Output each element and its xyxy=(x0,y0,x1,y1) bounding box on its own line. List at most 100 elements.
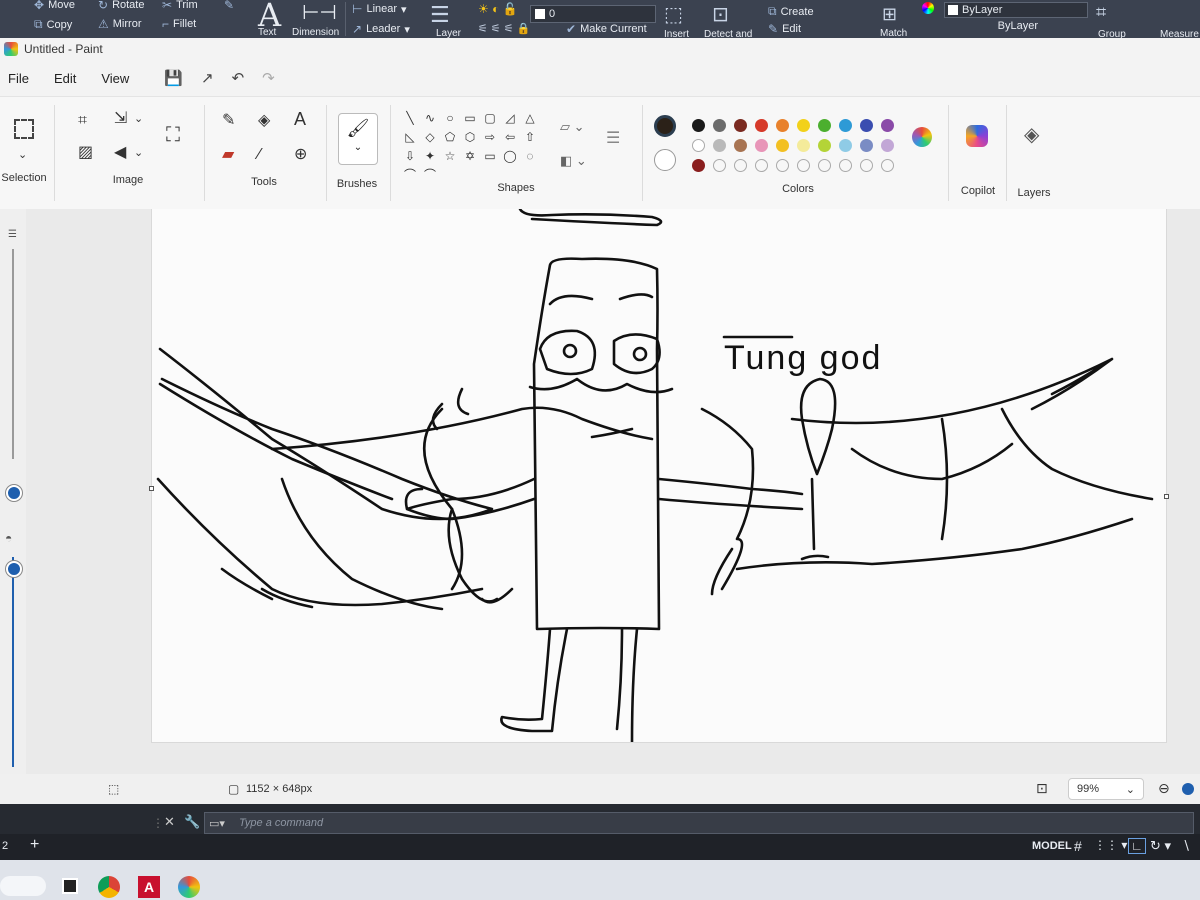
secondary-color[interactable] xyxy=(654,149,676,171)
save-icon[interactable]: 💾 xyxy=(164,69,183,87)
color-swatch[interactable] xyxy=(860,119,873,132)
color-swatch[interactable] xyxy=(818,139,831,152)
drawing-canvas[interactable]: Tung god xyxy=(152,209,1166,742)
layers-icon[interactable]: ◈ xyxy=(1024,125,1039,145)
detect-icon[interactable]: ⊡ xyxy=(712,2,729,27)
fill-bucket-icon[interactable]: ◈ xyxy=(258,113,270,129)
color-wheel-icon[interactable] xyxy=(922,2,934,14)
fill-icon[interactable]: ◧ ⌄ xyxy=(560,153,587,169)
color-swatch[interactable] xyxy=(881,159,894,172)
shape-option[interactable]: ◌ xyxy=(520,149,540,164)
snap-icon[interactable]: ⋮⋮ ▾ xyxy=(1094,838,1127,852)
menu-view[interactable]: View xyxy=(101,71,146,86)
polar-icon[interactable]: ↻ ▾ xyxy=(1150,838,1171,854)
shape-option[interactable]: ◯ xyxy=(500,149,520,164)
color-swatch[interactable] xyxy=(713,119,726,132)
color-swatch[interactable] xyxy=(713,159,726,172)
text-tool-icon[interactable]: A xyxy=(294,110,306,128)
opacity-slider-thumb[interactable] xyxy=(6,561,22,577)
color-swatch[interactable] xyxy=(776,139,789,152)
color-swatch[interactable] xyxy=(839,119,852,132)
shape-option[interactable]: △ xyxy=(520,111,540,126)
task-view-icon[interactable] xyxy=(62,878,78,894)
layer-properties-icon[interactable]: ☰ xyxy=(430,2,450,28)
ortho-icon[interactable]: ∟ xyxy=(1128,838,1146,854)
edit-colors-icon[interactable] xyxy=(912,127,932,147)
dimension-icon[interactable]: ⊢⊣ xyxy=(302,0,337,25)
color-swatch[interactable] xyxy=(839,159,852,172)
color-swatch[interactable] xyxy=(755,139,768,152)
color-swatch[interactable] xyxy=(776,119,789,132)
cad-fillet-button[interactable]: ⌐ Fillet xyxy=(162,17,196,31)
cad-create-button[interactable]: ⧉ Create xyxy=(768,4,814,19)
cad-trim-button[interactable]: ✂ Trim xyxy=(162,0,198,12)
menu-edit[interactable]: Edit xyxy=(54,71,93,86)
shape-option[interactable]: ⇩ xyxy=(400,149,420,164)
match-properties-icon[interactable]: ⊞ xyxy=(882,4,897,25)
color-swatch[interactable] xyxy=(692,139,705,152)
flip-icon[interactable]: ◀ xyxy=(114,145,126,161)
cad-linear-button[interactable]: ⊢ Linear ▾ xyxy=(352,2,407,16)
selection-icon[interactable] xyxy=(14,119,34,139)
shape-option[interactable]: ▭ xyxy=(480,149,500,164)
shape-option[interactable]: ▢ xyxy=(480,111,500,126)
shape-option[interactable]: ⬠ xyxy=(440,130,460,145)
add-layout-icon[interactable]: + xyxy=(30,836,39,854)
cad-pencil-button[interactable]: ✎ xyxy=(224,0,234,12)
color-swatch[interactable] xyxy=(881,139,894,152)
shape-option[interactable]: ⇧ xyxy=(520,130,540,145)
shape-option[interactable]: ✡ xyxy=(460,149,480,164)
cad-make-current-button[interactable]: ✔ Make Current xyxy=(566,22,647,36)
shape-option[interactable]: ◺ xyxy=(400,130,420,145)
size-slider-track[interactable] xyxy=(12,249,14,459)
zoom-out-icon[interactable]: ⊖ xyxy=(1158,780,1170,797)
zoom-slider-thumb[interactable] xyxy=(1182,783,1194,795)
zoom-dropdown[interactable]: 99% ⌄ xyxy=(1068,778,1144,800)
color-swatch[interactable] xyxy=(797,139,810,152)
shape-option[interactable]: ⇦ xyxy=(500,130,520,145)
resize-handle-left[interactable] xyxy=(149,486,154,491)
shape-option[interactable]: ⌒ xyxy=(420,168,440,183)
cad-move-button[interactable]: ✥ Move xyxy=(34,0,75,12)
shape-option[interactable]: ✦ xyxy=(420,149,440,164)
osnap-icon[interactable]: ∖ xyxy=(1182,838,1190,854)
share-icon[interactable]: ↗ xyxy=(201,69,214,87)
cad-layer-dropdown[interactable]: 0 xyxy=(530,5,656,23)
copilot-icon[interactable] xyxy=(966,125,988,147)
color-swatch[interactable] xyxy=(818,159,831,172)
color-swatch[interactable] xyxy=(839,139,852,152)
cad-edit-button[interactable]: ✎ Edit xyxy=(768,22,801,36)
cad-color-dropdown[interactable]: ByLayer xyxy=(944,2,1088,18)
cad-leader-button[interactable]: ↗ Leader ▾ xyxy=(352,22,410,36)
close-icon[interactable]: ✕ xyxy=(164,814,175,830)
color-swatch[interactable] xyxy=(692,159,705,172)
cad-linetype-dropdown[interactable]: ByLayer xyxy=(944,20,1088,32)
opacity-slider-track[interactable] xyxy=(12,557,14,767)
shape-option[interactable]: ╲ xyxy=(400,111,420,126)
fit-to-window-icon[interactable]: ⊡ xyxy=(1036,780,1048,797)
command-input[interactable]: ▭▾ Type a command xyxy=(204,812,1194,834)
color-swatch[interactable] xyxy=(755,159,768,172)
color-swatch[interactable] xyxy=(797,119,810,132)
autocad-taskbar-icon[interactable]: A xyxy=(138,876,160,898)
outline-icon[interactable]: ▱ ⌄ xyxy=(560,119,585,135)
color-swatch[interactable] xyxy=(734,139,747,152)
color-picker-icon[interactable]: ⁄ xyxy=(258,147,261,163)
menu-file[interactable]: File xyxy=(8,71,46,86)
color-swatch[interactable] xyxy=(860,159,873,172)
cad-mirror-button[interactable]: ⚠ Mirror xyxy=(98,17,141,31)
crop-icon[interactable]: ⌗ xyxy=(78,113,87,129)
color-swatch[interactable] xyxy=(755,119,768,132)
insert-block-icon[interactable]: ⬚ xyxy=(664,2,683,27)
color-swatch[interactable] xyxy=(713,139,726,152)
shape-option[interactable]: ∿ xyxy=(420,111,440,126)
eraser-icon[interactable]: ▰ xyxy=(222,147,234,163)
shape-option[interactable]: ☆ xyxy=(440,149,460,164)
line-size-icon[interactable]: ☰ xyxy=(606,131,620,147)
shape-option[interactable]: ⌒ xyxy=(400,168,420,183)
wrench-icon[interactable]: 🔧 xyxy=(184,814,200,830)
shape-option[interactable]: ⇨ xyxy=(480,130,500,145)
group-icon[interactable]: ⌗ xyxy=(1096,2,1106,23)
chevron-down-icon[interactable]: ⌄ xyxy=(18,147,27,163)
shape-option[interactable]: ▭ xyxy=(460,111,480,126)
